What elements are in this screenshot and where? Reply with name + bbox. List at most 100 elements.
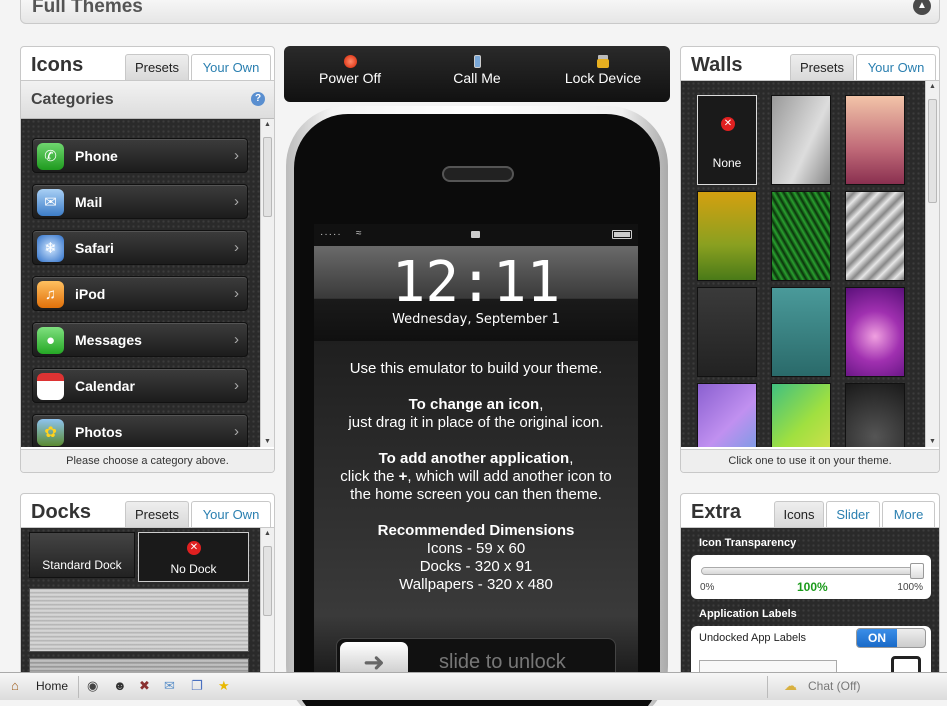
category-label: Phone [75, 148, 118, 164]
mail-icon[interactable]: ✉ [164, 678, 175, 694]
status-bar: ····· ≈ [314, 224, 638, 246]
tab-icons-your-own[interactable]: Your Own [191, 54, 271, 81]
docks-panel: Docks Presets Your Own Standard Dock ✕ N… [20, 493, 275, 683]
chevron-updown-icon[interactable]: ▲︎ [913, 0, 931, 15]
walls-scrollbar[interactable]: ▲ ▼ [925, 81, 939, 447]
scroll-thumb[interactable] [263, 137, 272, 217]
tab-docks-presets[interactable]: Presets [125, 501, 189, 528]
undocked-labels-toggle[interactable]: ON [856, 628, 926, 648]
dock-preview-1[interactable] [29, 588, 249, 652]
separator [767, 676, 768, 698]
home-link[interactable]: Home [36, 679, 68, 693]
wall-thumbnail[interactable] [697, 383, 757, 447]
tools-icon[interactable]: ✖ [139, 678, 150, 694]
category-phone[interactable]: ✆ Phone › [32, 138, 248, 173]
category-label: Photos [75, 424, 123, 440]
tab-walls-your-own[interactable]: Your Own [856, 54, 936, 81]
category-messages[interactable]: ● Messages › [32, 322, 248, 357]
mail-icon: ✉ [37, 189, 64, 216]
earpiece [442, 166, 514, 182]
scroll-thumb[interactable] [928, 99, 937, 203]
tab-extra-more[interactable]: More [882, 501, 935, 528]
messages-icon: ● [37, 327, 64, 354]
wall-thumbnail[interactable] [771, 191, 831, 281]
scroll-up-icon[interactable]: ▲ [261, 530, 274, 537]
scroll-up-icon[interactable]: ▲ [261, 121, 274, 128]
tab-extra-icons[interactable]: Icons [774, 501, 824, 528]
dock-option-standard[interactable]: Standard Dock [29, 532, 135, 578]
wall-thumbnail[interactable] [771, 383, 831, 447]
page-title: Full Themes [32, 0, 143, 17]
help-icon[interactable]: ? [251, 92, 265, 106]
scroll-up-icon[interactable]: ▲ [926, 83, 939, 90]
undocked-labels-text: Undocked App Labels [699, 632, 807, 644]
category-calendar[interactable]: Calendar › [32, 368, 248, 403]
scroll-down-icon[interactable]: ▼ [926, 438, 939, 445]
dock-option-none[interactable]: ✕ No Dock [138, 532, 249, 582]
user-icon[interactable]: ☻ [113, 678, 127, 693]
category-ipod[interactable]: ♫ iPod › [32, 276, 248, 311]
ipod-icon: ♫ [37, 281, 64, 308]
dims-wallpapers: Wallpapers - 320 x 480 [399, 576, 553, 593]
call-me-button[interactable]: Call Me [417, 52, 537, 86]
safari-icon: ❄ [37, 235, 64, 262]
change-heading: To change an icon [408, 396, 540, 413]
chat-icon[interactable]: ☁ [784, 678, 797, 694]
remove-icon: ✕ [721, 117, 735, 131]
tab-icons-presets[interactable]: Presets [125, 54, 189, 81]
windows-icon[interactable]: ❐ [191, 678, 203, 694]
signal-icon: ····· [320, 229, 342, 240]
lock-clock-area: 12:11 Wednesday, September 1 [314, 246, 638, 341]
lock-device-label: Lock Device [564, 70, 642, 86]
add-body-line2: the home screen you can then theme. [350, 486, 602, 503]
wall-thumbnail[interactable] [771, 287, 831, 377]
wall-thumbnail[interactable] [845, 383, 905, 447]
lock-status-icon [471, 231, 480, 238]
extra-options: Icon Transparency 0% 100% 100% Applicati… [681, 528, 939, 682]
home-icon[interactable]: ⌂ [11, 678, 19, 693]
category-label: Messages [75, 332, 142, 348]
walls-panel-title: Walls [691, 54, 743, 76]
category-photos[interactable]: ✿ Photos › [32, 414, 248, 447]
wall-none[interactable]: ✕ None [697, 95, 757, 185]
transparency-slider-fill [702, 568, 922, 574]
wall-thumbnail[interactable] [697, 287, 757, 377]
lock-device-button[interactable]: Lock Device [543, 52, 663, 86]
tab-extra-slider[interactable]: Slider [826, 501, 880, 528]
wall-thumbnail[interactable] [845, 95, 905, 185]
dims-heading: Recommended Dimensions [377, 522, 575, 539]
scroll-down-icon[interactable]: ▼ [261, 438, 274, 445]
category-safari[interactable]: ❄ Safari › [32, 230, 248, 265]
transparency-slider-knob[interactable] [910, 563, 924, 579]
power-off-button[interactable]: Power Off [290, 52, 410, 86]
chat-status[interactable]: Chat (Off) [808, 679, 860, 693]
scroll-thumb[interactable] [263, 546, 272, 616]
lock-time: 12:11 [391, 250, 561, 315]
dock-option-label: No Dock [170, 562, 217, 576]
tab-walls-presets[interactable]: Presets [790, 54, 854, 81]
wall-thumbnail[interactable] [845, 287, 905, 377]
tab-docks-your-own[interactable]: Your Own [191, 501, 271, 528]
icons-panel-title: Icons [31, 54, 84, 76]
lock-date: Wednesday, September 1 [392, 312, 560, 327]
full-themes-header[interactable]: Full Themes ▲︎ [20, 0, 940, 24]
wall-thumbnail[interactable] [771, 95, 831, 185]
phone-icon: ✆ [37, 143, 64, 170]
battery-icon [612, 230, 632, 239]
star-icon[interactable]: ★ [218, 678, 230, 694]
chevron-right-icon: › [234, 285, 239, 302]
icons-panel: Icons Presets Your Own Categories ? ✆ Pho… [20, 46, 275, 473]
transparency-slider-track[interactable] [701, 563, 924, 579]
categories-scrollbar[interactable]: ▲ ▼ [260, 119, 274, 447]
add-app-block: To add another application, [314, 450, 638, 468]
helmet-icon[interactable]: ◉ [87, 678, 98, 694]
device-controls-bar: Power Off Call Me Lock Device [284, 46, 670, 102]
walls-grid: ✕ None [681, 81, 925, 447]
wifi-icon: ≈ [356, 228, 362, 239]
wall-thumbnail[interactable] [845, 191, 905, 281]
category-mail[interactable]: ✉ Mail › [32, 184, 248, 219]
wall-thumbnail[interactable] [697, 191, 757, 281]
app-labels-label: Application Labels [699, 608, 797, 620]
docks-scrollbar[interactable]: ▲ [260, 528, 274, 682]
chevron-right-icon: › [234, 377, 239, 394]
